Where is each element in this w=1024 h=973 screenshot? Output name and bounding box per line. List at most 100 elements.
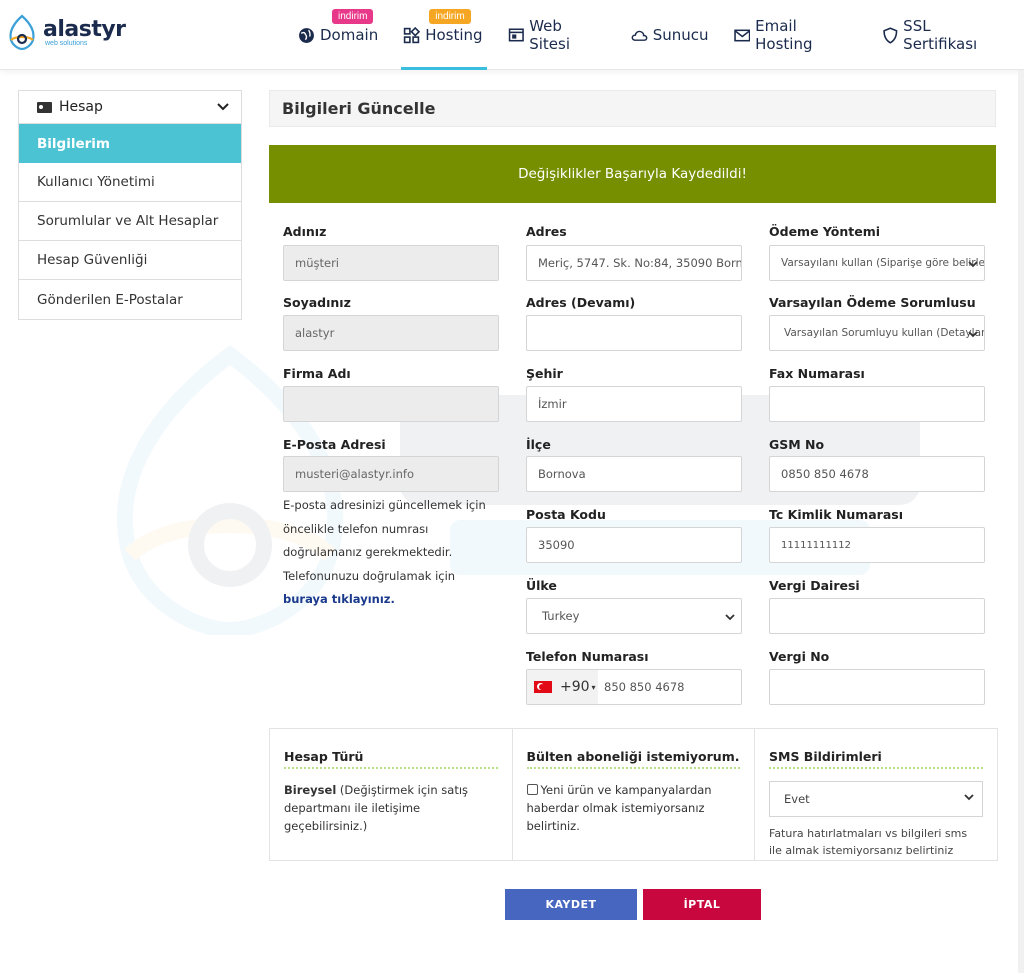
turkey-flag-icon [534, 681, 552, 693]
city-input[interactable]: İzmir [526, 386, 742, 422]
newsletter-text: Yeni ürün ve kampanyalardan haberdar olm… [526, 781, 741, 835]
tax-no-input[interactable] [769, 669, 985, 705]
tax-office-input[interactable] [769, 598, 985, 634]
payment-method-value: Varsayılanı kullan (Siparişe göre belirl… [781, 257, 985, 269]
id-card-icon [37, 101, 52, 113]
site-header: alastyr web solutions indirim Domain ind… [0, 0, 1024, 70]
last-name-input[interactable]: alastyr [283, 315, 499, 351]
account-type-box: Hesap Türü Bireysel (Değiştirmek için sa… [270, 729, 513, 860]
logo-name: alastyr [43, 17, 126, 42]
nav-hosting[interactable]: indirim Hosting [395, 0, 490, 70]
nav-email-hosting[interactable]: Email Hosting [726, 0, 865, 70]
country-code: +90 [560, 679, 590, 695]
newsletter-box: Bülten aboneliği istemiyorum. Yeni ürün … [513, 729, 755, 860]
phone-label: Telefon Numarası [526, 649, 649, 664]
envelope-icon [733, 29, 750, 41]
nav-ssl[interactable]: SSL Sertifikası [874, 0, 1015, 70]
country-value: Turkey [542, 609, 580, 623]
sms-note: Fatura hatırlatmaları vs bilgileri sms i… [769, 827, 968, 857]
tax-office-label: Vergi Dairesi [769, 578, 860, 593]
sidebar-item-bilgilerim[interactable]: Bilgilerim [19, 124, 241, 163]
sidebar-item-sorumlular[interactable]: Sorumlular ve Alt Hesaplar [19, 202, 241, 241]
sms-value: Evet [784, 792, 810, 806]
page-title: Bilgileri Güncelle [269, 90, 996, 127]
payment-method-select[interactable]: Varsayılanı kullan (Siparişe göre belirl… [769, 245, 985, 281]
nav-web-sitesi[interactable]: Web Sitesi [500, 0, 614, 70]
account-sidebar: Hesap Bilgilerim Kullanıcı Yönetimi Soru… [18, 90, 242, 320]
nav-label: SSL Sertifikası [903, 17, 978, 53]
sidebar-item-gonderilen-epostalar[interactable]: Gönderilen E-Postalar [19, 280, 241, 319]
tc-input[interactable]: 11111111112 [769, 527, 985, 563]
sms-box: SMS Bildirimleri Evet Fatura hatırlatmal… [755, 729, 997, 860]
postcode-label: Posta Kodu [526, 507, 606, 522]
caret-down-icon: ▾ [591, 682, 596, 692]
sidebar-header-label: Hesap [59, 99, 103, 115]
country-code-picker[interactable]: +90 ▾ [527, 670, 598, 704]
main-nav: indirim Domain indirim Hosting Web Sites… [290, 0, 1024, 70]
chevron-down-icon [968, 331, 978, 338]
nav-domain[interactable]: indirim Domain [290, 0, 386, 70]
account-type-text: Bireysel (Değiştirmek için satış departm… [284, 781, 498, 835]
payment-method-label: Ödeme Yöntemi [769, 224, 881, 239]
address-label: Adres [526, 224, 567, 239]
district-input[interactable]: Bornova [526, 456, 742, 492]
chevron-down-icon [964, 794, 974, 801]
chevron-down-icon [968, 261, 978, 268]
city-label: Şehir [526, 366, 563, 381]
address2-input[interactable] [526, 315, 742, 351]
nav-label: Email Hosting [755, 17, 813, 53]
address2-label: Adres (Devamı) [526, 295, 636, 310]
save-button[interactable]: KAYDET [505, 889, 637, 920]
fax-input[interactable] [769, 386, 985, 422]
sms-title: SMS Bildirimleri [769, 749, 983, 769]
payment-responsible-select[interactable]: Varsayılan Sorumluyu kullan (Detaylar) [769, 315, 985, 351]
scrollbar[interactable] [1018, 70, 1024, 973]
sidebar-item-kullanici-yonetimi[interactable]: Kullanıcı Yönetimi [19, 163, 241, 202]
sms-select[interactable]: Evet [769, 781, 983, 817]
phone-input[interactable]: +90 ▾ 850 850 4678 [526, 669, 742, 705]
sidebar-header[interactable]: Hesap [19, 91, 241, 124]
chevron-down-icon [725, 614, 735, 621]
payment-responsible-label: Varsayılan Ödeme Sorumlusu [769, 295, 976, 310]
company-label: Firma Adı [283, 366, 351, 381]
verify-phone-link[interactable]: buraya tıklayınız. [283, 592, 395, 606]
payment-responsible-value: Varsayılan Sorumluyu kullan (Detaylar) [784, 327, 985, 339]
address-input[interactable]: Meriç, 5747. Sk. No:84, 35090 Bornova [526, 245, 742, 281]
chevron-down-icon [217, 103, 229, 111]
first-name-label: Adınız [283, 224, 327, 239]
discount-badge: indirim [429, 9, 471, 24]
email-note: E-posta adresinizi güncellemek için önce… [283, 494, 503, 612]
logo-icon [9, 14, 35, 51]
grid-icon [404, 26, 421, 43]
newsletter-title: Bülten aboneliği istemiyorum. [526, 749, 740, 769]
nav-sunucu[interactable]: Sunucu [623, 0, 717, 70]
gsm-label: GSM No [769, 437, 825, 452]
fax-label: Fax Numarası [769, 366, 865, 381]
tax-no-label: Vergi No [769, 649, 830, 664]
email-input[interactable]: musteri@alastyr.info [283, 456, 499, 492]
email-note-text: E-posta adresinizi güncellemek için önce… [283, 498, 486, 583]
cancel-button[interactable]: İPTAL [643, 889, 761, 920]
cloud-icon [631, 30, 648, 41]
preferences-panel: Hesap Türü Bireysel (Değiştirmek için sa… [269, 728, 998, 861]
shield-icon [882, 26, 897, 44]
country-label: Ülke [526, 578, 557, 593]
newsletter-checkbox-label: Yeni ürün ve kampanyalardan haberdar olm… [526, 783, 712, 833]
account-type-value: Bireysel [284, 783, 337, 797]
gsm-input[interactable]: 0850 850 4678 [769, 456, 985, 492]
company-input[interactable] [283, 386, 499, 422]
discount-badge: indirim [332, 9, 374, 24]
phone-value: 850 850 4678 [604, 680, 685, 694]
district-label: İlçe [526, 437, 551, 452]
newsletter-optout-checkbox[interactable] [526, 784, 538, 795]
nav-label: Sunucu [652, 26, 709, 44]
globe-icon [299, 27, 314, 43]
account-type-title: Hesap Türü [284, 749, 498, 769]
postcode-input[interactable]: 35090 [526, 527, 742, 563]
last-name-label: Soyadınız [283, 295, 351, 310]
country-select[interactable]: Turkey [526, 598, 742, 634]
sidebar-item-hesap-guvenligi[interactable]: Hesap Güvenliği [19, 241, 241, 280]
first-name-input[interactable]: müşteri [283, 245, 499, 281]
logo[interactable]: alastyr web solutions [5, 14, 126, 52]
nav-label: Web Sitesi [529, 17, 570, 53]
